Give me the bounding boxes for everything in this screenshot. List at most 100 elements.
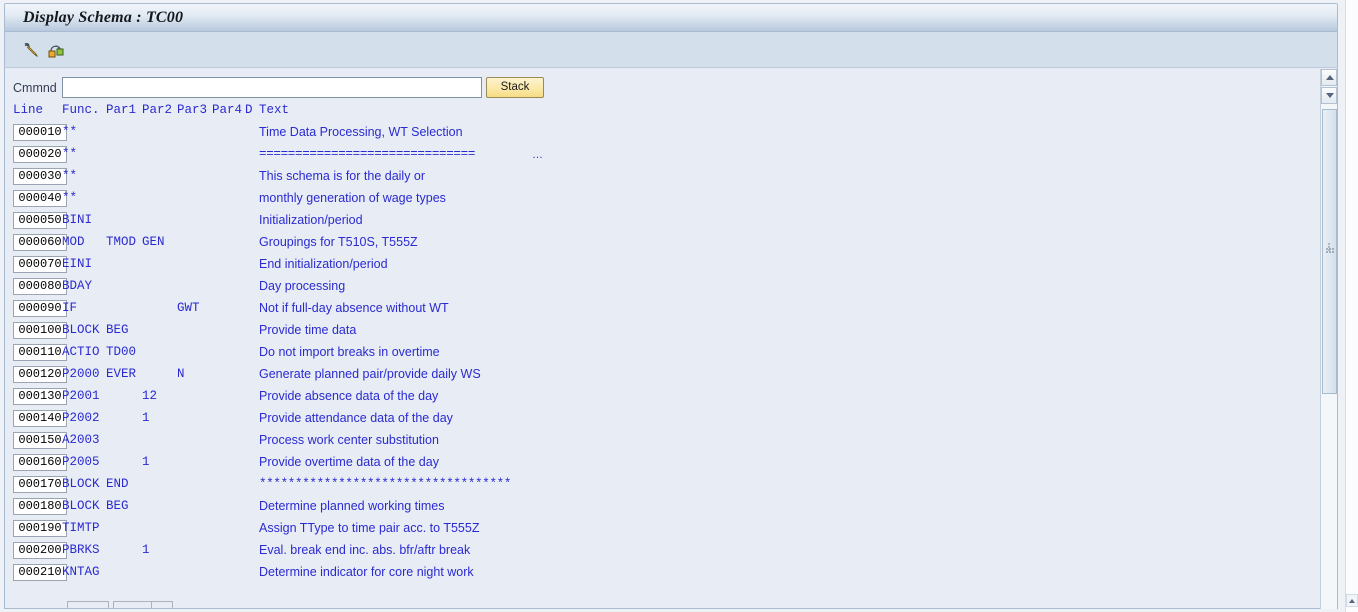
line-number-box[interactable]: 000140 — [13, 410, 67, 427]
line-number-box[interactable]: 000150 — [13, 432, 67, 449]
line-number-box[interactable]: 000120 — [13, 366, 67, 383]
scroll-down-button[interactable] — [1321, 87, 1337, 104]
cell-text: Assign TType to time pair acc. to T555Z — [259, 521, 480, 535]
table-row[interactable]: 000120 P2000 EVER N Generate planned pair/pr… — [5, 365, 1337, 387]
cell-func: ** — [62, 147, 78, 161]
table-row[interactable]: 000150 A2003 Process work center substitut… — [5, 431, 1337, 453]
cell-func: BDAY — [62, 279, 93, 293]
cell-text: Provide overtime data of the day — [259, 455, 439, 469]
line-number-box[interactable]: 000110 — [13, 344, 67, 361]
cell-func: BLOCK — [62, 323, 100, 337]
grid-column-headers: Line Func. Par1 Par2 Par3 Par4 D Text — [5, 103, 1337, 121]
table-row[interactable]: 000080 BDAY Day processing — [5, 277, 1337, 299]
schema-vertical-scrollbar[interactable] — [1320, 69, 1337, 609]
table-row[interactable]: 000160 P2005 1 Provide overtime data of the… — [5, 453, 1337, 475]
table-row[interactable]: 000180 BLOCK BEG Determine planned working … — [5, 497, 1337, 519]
command-input[interactable] — [62, 77, 482, 98]
edit-schema-icon[interactable] — [21, 40, 41, 60]
line-number-box[interactable]: 000190 — [13, 520, 67, 537]
cell-func: A2003 — [62, 433, 100, 447]
table-row[interactable]: 000030 ** This schema is for the daily or — [5, 167, 1337, 189]
column-header-d: D — [245, 103, 253, 117]
stack-button[interactable]: Stack — [486, 77, 544, 98]
line-number-box[interactable]: 000010 — [13, 124, 67, 141]
cell-par2: 1 — [142, 455, 150, 469]
table-row[interactable]: 000040 ** monthly generation of wage types — [5, 189, 1337, 211]
table-row[interactable]: 000090 IF GWT Not if full-day absence witho… — [5, 299, 1337, 321]
cell-text: ============================== — [259, 147, 476, 161]
command-label: Cmmnd — [13, 81, 57, 95]
table-row[interactable]: 000200 PBRKS 1 Eval. break end inc. abs. bf… — [5, 541, 1337, 563]
table-row[interactable]: 000020 ** ============================== … — [5, 145, 1337, 167]
page-vertical-scrollbar[interactable] — [1345, 0, 1358, 612]
application-toolbar: © www.tutorialkart.com — [4, 32, 1338, 95]
chevron-down-icon — [1326, 93, 1334, 98]
pane-resize-grip[interactable] — [1328, 243, 1332, 252]
line-number-box[interactable]: 000040 — [13, 190, 67, 207]
cell-func: BINI — [62, 213, 93, 227]
cell-par1: END — [106, 477, 129, 491]
column-header-par2: Par2 — [142, 103, 173, 117]
column-header-par1: Par1 — [106, 103, 137, 117]
line-number-box[interactable]: 000030 — [13, 168, 67, 185]
window-frame: Display Schema : TC00 © — [0, 0, 1346, 612]
bottom-partial-fields — [5, 601, 1337, 608]
column-header-par4: Par4 — [212, 103, 243, 117]
line-number-box[interactable]: 000210 — [13, 564, 67, 581]
table-row[interactable]: 000070 EINI End initialization/period — [5, 255, 1337, 277]
cell-func: KNTAG — [62, 565, 100, 579]
table-row[interactable]: 000170 BLOCK END **************************… — [5, 475, 1337, 497]
page-scroll-down-button[interactable] — [1346, 594, 1358, 607]
line-number-box[interactable]: 000080 — [13, 278, 67, 295]
line-number-box[interactable]: 000130 — [13, 388, 67, 405]
table-row[interactable]: 000190 TIMTP Assign TType to time pair acc… — [5, 519, 1337, 541]
column-header-line: Line — [13, 103, 44, 117]
line-number-box[interactable]: 000090 — [13, 300, 67, 317]
cell-func: BLOCK — [62, 499, 100, 513]
chevron-up-icon — [1349, 599, 1355, 603]
line-number-box[interactable]: 000180 — [13, 498, 67, 515]
cell-par1: TD00 — [106, 345, 137, 359]
table-row[interactable]: 000110 ACTIO TD00 Do not import breaks in o… — [5, 343, 1337, 365]
table-row[interactable]: 000010 ** Time Data Processing, WT Selecti… — [5, 123, 1337, 145]
line-number-box[interactable]: 000070 — [13, 256, 67, 273]
cell-text: Eval. break end inc. abs. bfr/aftr break — [259, 543, 471, 557]
table-row[interactable]: 000050 BINI Initialization/period — [5, 211, 1337, 233]
cell-par1: BEG — [106, 499, 129, 513]
cell-text: Provide time data — [259, 323, 357, 337]
line-number-box[interactable]: 000050 — [13, 212, 67, 229]
cell-par1: TMOD — [106, 235, 137, 249]
table-row[interactable]: 000210 KNTAG Determine indicator for core … — [5, 563, 1337, 585]
cell-text: End initialization/period — [259, 257, 388, 271]
line-number-box[interactable]: 000160 — [13, 454, 67, 471]
cell-func: P2000 — [62, 367, 100, 381]
cell-text: Initialization/period — [259, 213, 363, 227]
table-row[interactable]: 000100 BLOCK BEG Provide time data — [5, 321, 1337, 343]
table-row[interactable]: 000140 P2002 1 Provide attendance data of t… — [5, 409, 1337, 431]
cell-text: Provide attendance data of the day — [259, 411, 453, 425]
line-number-box[interactable]: 000200 — [13, 542, 67, 559]
cell-text: Do not import breaks in overtime — [259, 345, 440, 359]
schema-hierarchy-icon[interactable] — [46, 40, 66, 60]
cell-func: TIMTP — [62, 521, 100, 535]
cell-par2: 1 — [142, 543, 150, 557]
line-number-box[interactable]: 000100 — [13, 322, 67, 339]
table-row[interactable]: 000060 MOD TMOD GEN Groupings for T510S, T55… — [5, 233, 1337, 255]
cell-func: P2001 — [62, 389, 100, 403]
line-number-box[interactable]: 000060 — [13, 234, 67, 251]
column-header-par3: Par3 — [177, 103, 208, 117]
scroll-up-button[interactable] — [1321, 69, 1337, 86]
partial-field-1[interactable] — [67, 601, 109, 608]
cell-text: monthly generation of wage types — [259, 191, 446, 205]
cell-func: EINI — [62, 257, 93, 271]
table-row[interactable]: 000130 P2001 12 Provide absence data of the… — [5, 387, 1337, 409]
cell-func: P2005 — [62, 455, 100, 469]
line-number-box[interactable]: 000170 — [13, 476, 67, 493]
partial-field-3[interactable] — [151, 601, 173, 608]
text-truncation-ellipsis: … — [532, 149, 543, 161]
cell-par3: GWT — [177, 301, 200, 315]
cell-text: Determine indicator for core night work — [259, 565, 474, 579]
cell-text: Process work center substitution — [259, 433, 439, 447]
cell-par2: GEN — [142, 235, 165, 249]
line-number-box[interactable]: 000020 — [13, 146, 67, 163]
